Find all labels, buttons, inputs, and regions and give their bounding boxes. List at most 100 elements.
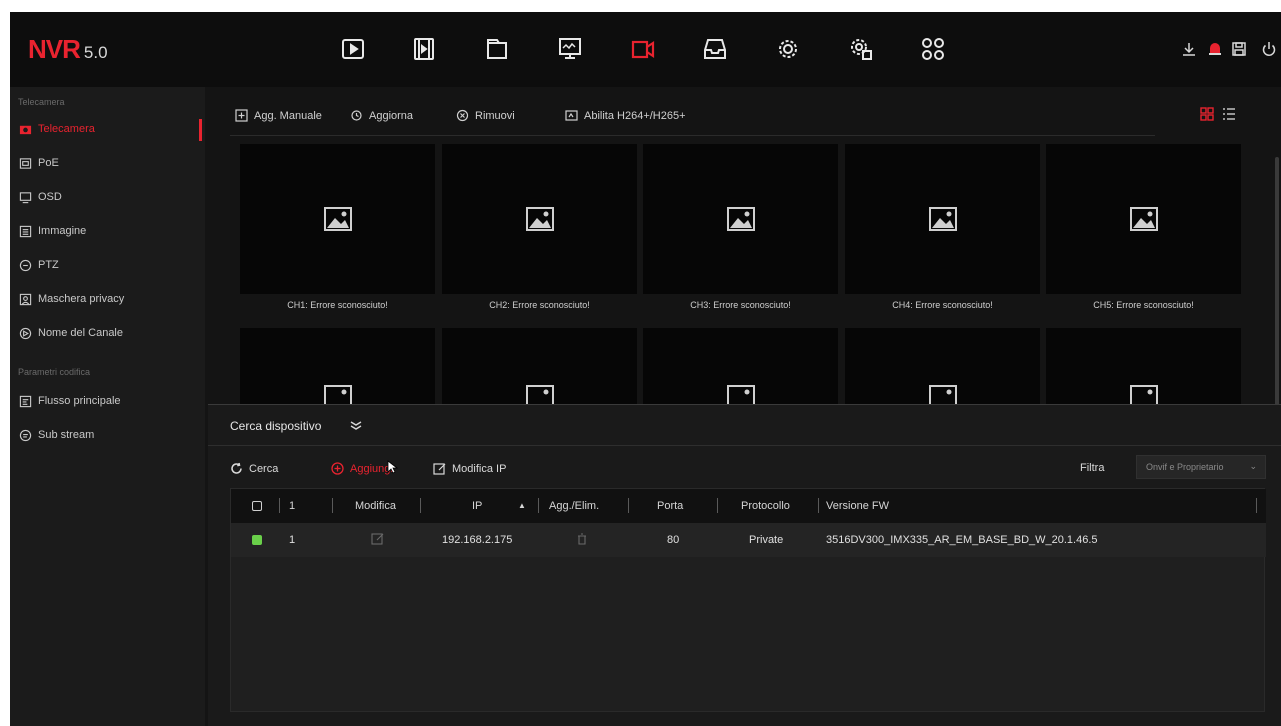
section-encoding: Parametri codifica xyxy=(18,367,91,377)
file-icon[interactable] xyxy=(482,34,512,64)
add-circle-icon xyxy=(331,462,344,475)
sidebar-item-label: Telecamera xyxy=(38,123,95,135)
col-protocol: Protocollo xyxy=(741,500,790,512)
save-icon[interactable] xyxy=(1230,40,1248,58)
refresh-icon xyxy=(231,462,242,474)
image-icon xyxy=(18,224,32,238)
alarm-icon[interactable] xyxy=(1206,40,1224,58)
channel-tile-1[interactable] xyxy=(240,144,435,294)
filter-value: Onvif e Proprietario xyxy=(1146,462,1224,472)
add-button[interactable]: Aggiungi xyxy=(331,462,393,475)
col-add-remove: Agg./Elim. xyxy=(549,500,600,512)
remove-button[interactable]: Rimuovi xyxy=(456,109,515,122)
top-bar: NVR 5.0 xyxy=(10,12,1281,87)
collapse-icon[interactable] xyxy=(348,417,364,433)
row-port: 80 xyxy=(667,534,680,546)
edit-icon[interactable] xyxy=(371,532,384,548)
edit-icon xyxy=(433,463,446,475)
add-manual-label: Agg. Manuale xyxy=(254,109,322,122)
channel-label: CH4: Errore sconosciuto! xyxy=(892,300,993,310)
list-view-icon[interactable] xyxy=(1221,106,1237,122)
channel-tile-3[interactable] xyxy=(643,144,838,294)
update-icon xyxy=(351,110,362,121)
update-button[interactable]: Aggiorna xyxy=(350,109,413,122)
sidebar-item-label: Nome del Canale xyxy=(38,327,123,339)
table-header: 1 Modifica IP ▲ Agg./Elim. Porta Protoco… xyxy=(231,489,1266,523)
col-count: 1 xyxy=(289,500,296,512)
toolbar-divider xyxy=(230,135,1155,136)
camera-icon[interactable] xyxy=(628,34,658,64)
apps-icon[interactable] xyxy=(918,34,948,64)
sidebar-item-sub-stream[interactable]: Sub stream xyxy=(10,423,205,447)
sidebar-item-privacy-mask[interactable]: Maschera privacy xyxy=(10,287,205,311)
sidebar-item-ptz[interactable]: PTZ xyxy=(10,253,205,277)
monitor-icon[interactable] xyxy=(555,34,585,64)
add-manual-icon xyxy=(235,109,248,122)
sidebar-item-camera[interactable]: Telecamera xyxy=(10,117,205,141)
col-port: Porta xyxy=(657,500,684,512)
row-checkbox[interactable] xyxy=(252,535,262,545)
col-modify: Modifica xyxy=(355,500,396,512)
sidebar-item-label: Immagine xyxy=(38,225,87,237)
remove-label: Rimuovi xyxy=(475,109,515,122)
grid-view-icon[interactable] xyxy=(1199,106,1215,122)
update-label: Aggiorna xyxy=(369,109,414,122)
sidebar-item-label: PoE xyxy=(38,157,59,169)
chevron-down-icon: ⌄ xyxy=(1249,461,1257,471)
device-table: 1 Modifica IP ▲ Agg./Elim. Porta Protoco… xyxy=(230,488,1266,712)
row-index: 1 xyxy=(289,534,296,546)
channel-label: CH2: Errore sconosciuto! xyxy=(489,300,590,310)
channel-label: CH3: Errore sconosciuto! xyxy=(690,300,791,310)
film-icon[interactable] xyxy=(409,34,439,64)
main-stream-icon xyxy=(18,394,32,408)
search-label: Cerca xyxy=(249,462,279,475)
sidebar-item-label: Maschera privacy xyxy=(38,293,125,305)
col-ip[interactable]: IP xyxy=(472,500,482,512)
storage-icon[interactable] xyxy=(700,34,730,64)
settings-icon[interactable] xyxy=(773,34,803,64)
sidebar: Telecamera Telecamera PoE OSD Immagine P… xyxy=(10,87,205,726)
sidebar-item-label: PTZ xyxy=(38,259,59,271)
download-icon[interactable] xyxy=(1180,40,1198,58)
add-manual-button[interactable]: Agg. Manuale xyxy=(235,109,322,122)
channel-tile-4[interactable] xyxy=(845,144,1040,294)
camera-icon xyxy=(18,122,32,136)
sidebar-item-label: OSD xyxy=(38,191,62,203)
scrollbar[interactable] xyxy=(1275,157,1279,417)
power-icon[interactable] xyxy=(1260,40,1278,58)
search-button[interactable]: Cerca xyxy=(230,462,278,475)
sidebar-item-osd[interactable]: OSD xyxy=(10,185,205,209)
remove-icon xyxy=(456,109,469,122)
channel-label: CH5: Errore sconosciuto! xyxy=(1093,300,1194,310)
panel-title: Cerca dispositivo xyxy=(230,419,322,433)
sort-asc-icon[interactable]: ▲ xyxy=(518,501,526,510)
sidebar-item-channel-name[interactable]: Nome del Canale xyxy=(10,321,205,345)
section-camera: Telecamera xyxy=(18,97,65,107)
sidebar-item-label: Flusso principale xyxy=(38,395,121,407)
enable-h264-button[interactable]: Abilita H264+/H265+ xyxy=(565,109,686,122)
sidebar-item-label: Sub stream xyxy=(38,429,95,441)
codec-icon xyxy=(565,110,578,121)
modify-ip-button[interactable]: Modifica IP xyxy=(433,462,506,475)
delete-icon[interactable] xyxy=(576,533,588,548)
filter-select[interactable]: Onvif e Proprietario ⌄ xyxy=(1136,455,1266,479)
table-row[interactable]: 1 192.168.2.175 80 Private 3516DV300_IMX… xyxy=(231,523,1266,557)
sidebar-item-poe[interactable]: PoE xyxy=(10,151,205,175)
sub-stream-icon xyxy=(18,428,32,442)
logo: NVR 5.0 xyxy=(28,34,108,64)
nvr-window: NVR 5.0 Telecamera Telecamera PoE OSD Im… xyxy=(10,12,1281,726)
sidebar-item-image[interactable]: Immagine xyxy=(10,219,205,243)
select-all-checkbox[interactable] xyxy=(252,501,262,511)
system-settings-icon[interactable] xyxy=(846,34,876,64)
ptz-icon xyxy=(18,258,32,272)
channel-tile-2[interactable] xyxy=(442,144,637,294)
panel-divider xyxy=(208,445,1281,446)
row-ip: 192.168.2.175 xyxy=(442,534,513,546)
privacy-mask-icon xyxy=(18,292,32,306)
channel-tile-5[interactable] xyxy=(1046,144,1241,294)
playback-icon[interactable] xyxy=(338,34,368,64)
row-protocol: Private xyxy=(749,534,784,546)
filter-label: Filtra xyxy=(1080,462,1105,474)
mouse-cursor xyxy=(387,460,399,474)
sidebar-item-main-stream[interactable]: Flusso principale xyxy=(10,389,205,413)
